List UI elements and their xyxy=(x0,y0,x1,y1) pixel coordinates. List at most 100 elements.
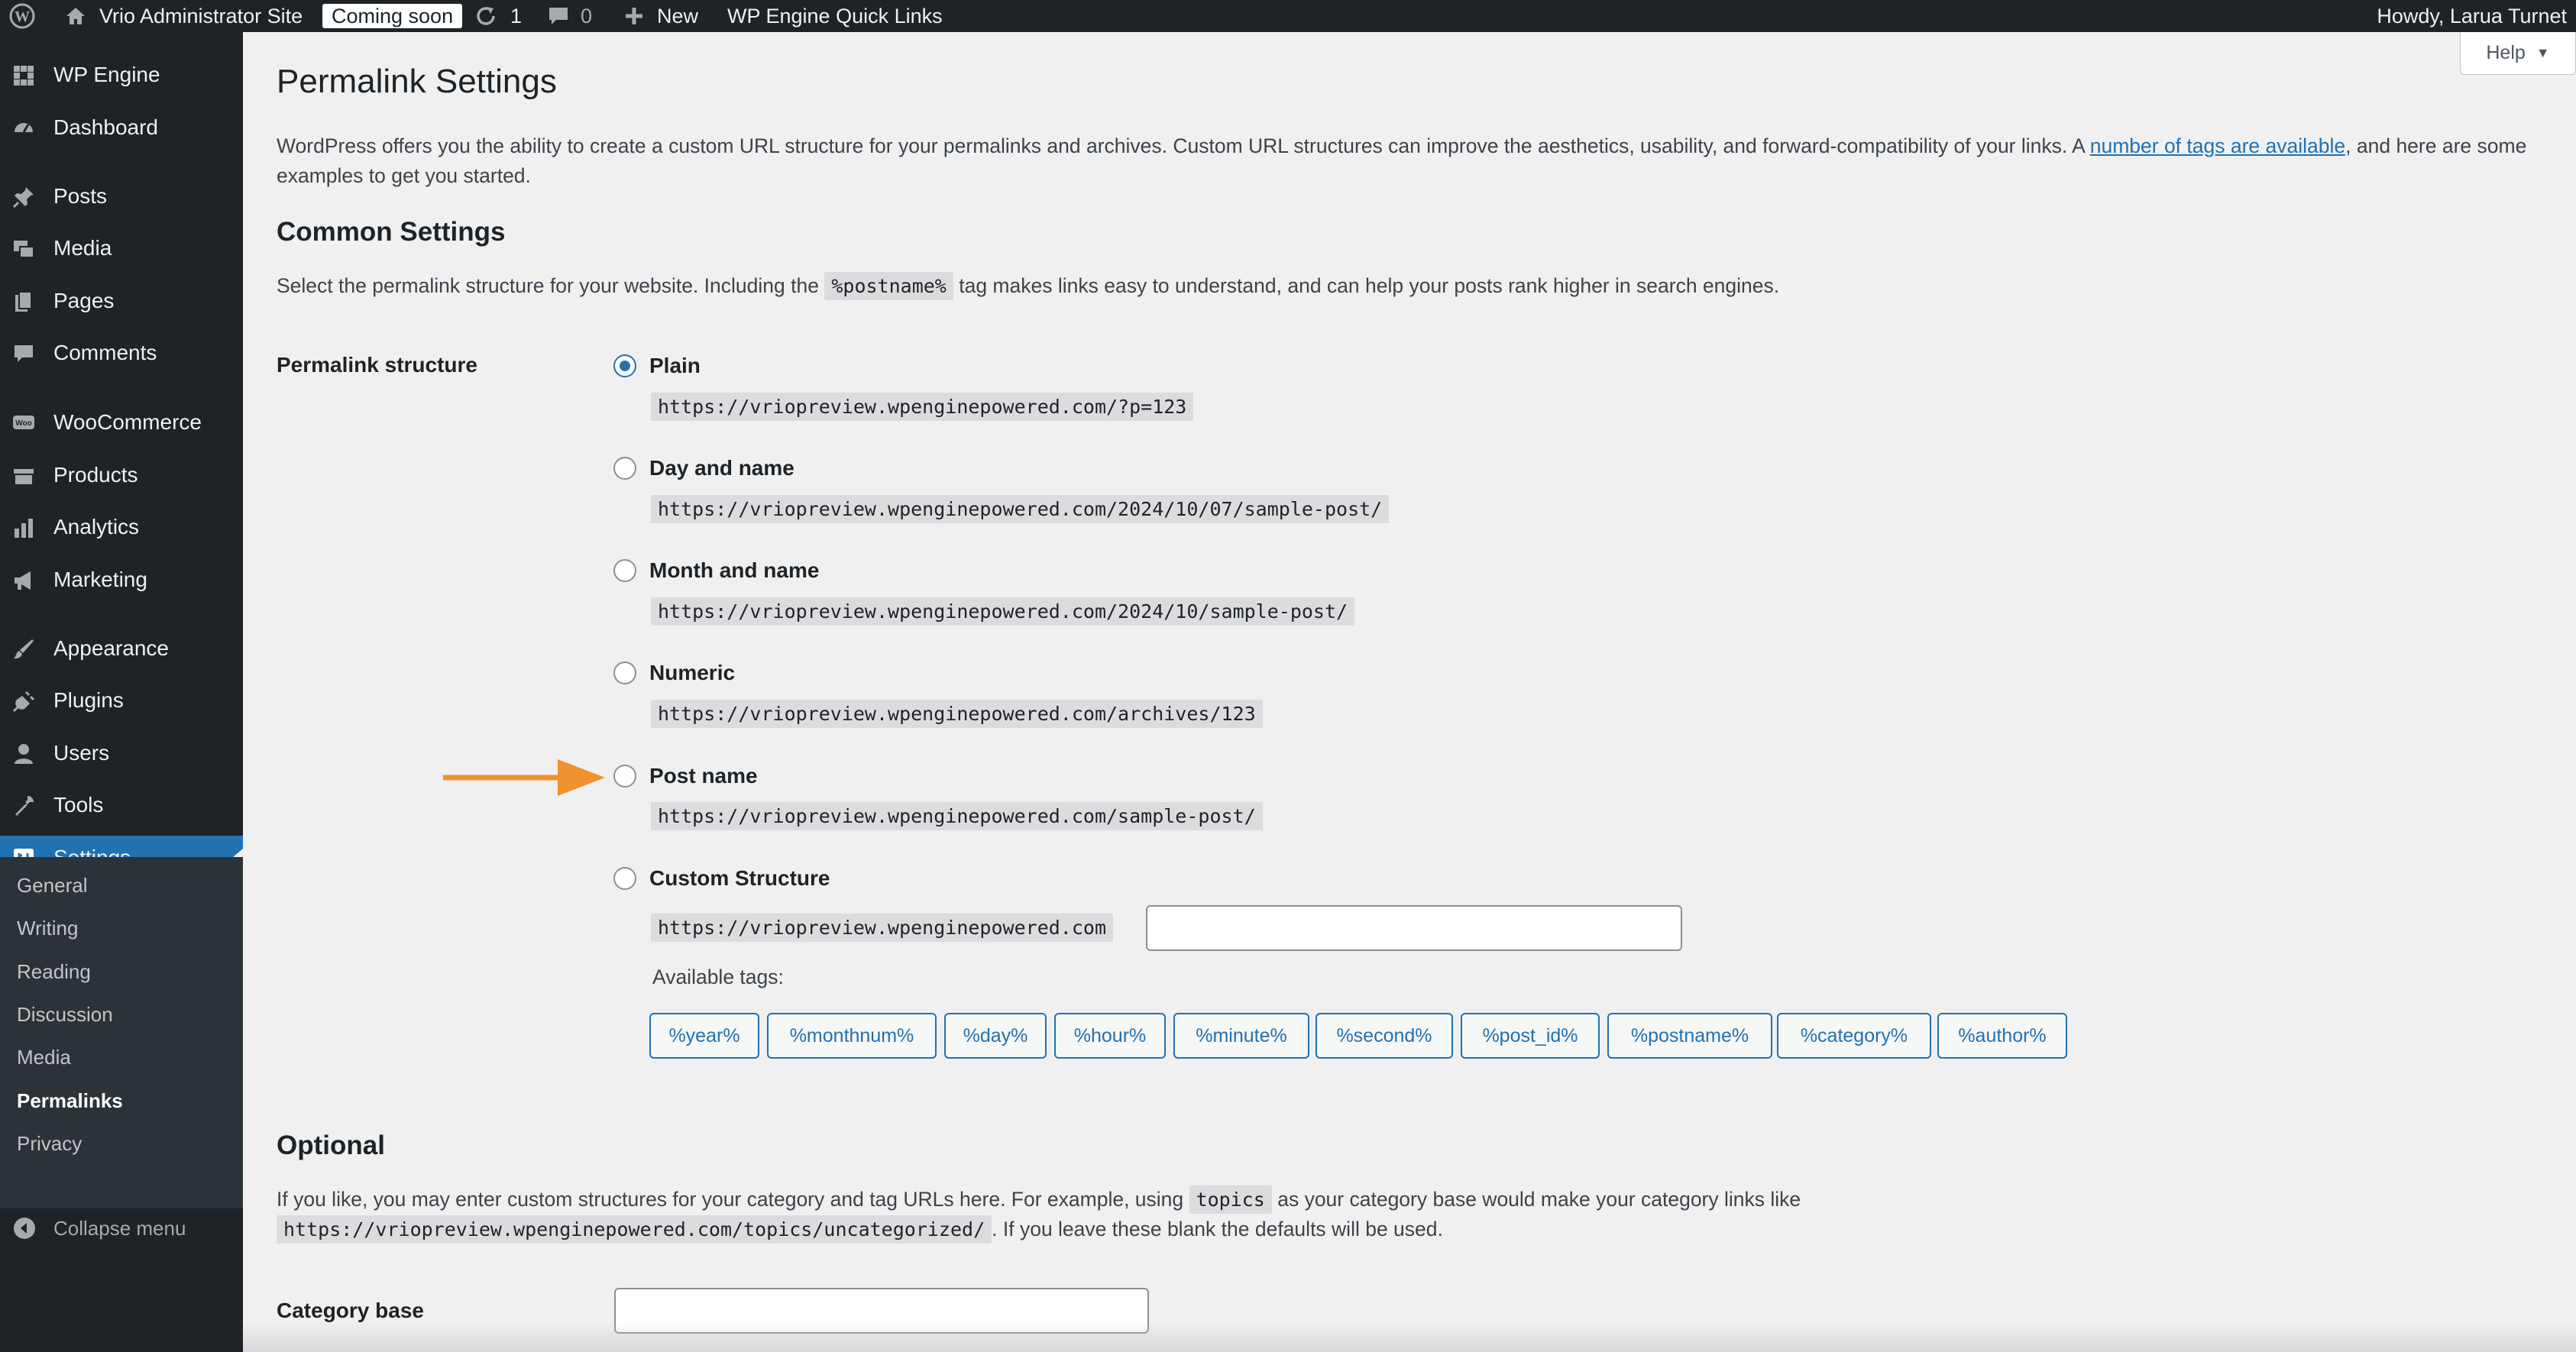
help-tab-button[interactable]: Help ▼ xyxy=(2460,32,2576,75)
option-example-post-name: https://vriopreview.wpenginepowered.com/… xyxy=(651,802,1263,830)
tags-available-link[interactable]: number of tags are available xyxy=(2090,134,2345,157)
optional-description: If you like, you may enter custom struct… xyxy=(277,1185,2553,1244)
category-base-label: Category base xyxy=(277,1299,424,1322)
bar-chart-icon xyxy=(15,519,33,538)
radio-month-and-name[interactable] xyxy=(613,559,636,582)
tag-button-day[interactable]: %day% xyxy=(944,1013,1047,1059)
wp-engine-quick-links[interactable]: WP Engine Quick Links xyxy=(727,0,943,32)
submenu-permalinks[interactable]: Permalinks xyxy=(17,1089,123,1113)
tag-button-second[interactable]: %second% xyxy=(1316,1013,1453,1059)
option-label-post-name[interactable]: Post name xyxy=(649,764,758,788)
tag-button-postname[interactable]: %postname% xyxy=(1607,1013,1772,1059)
submenu-media[interactable]: Media xyxy=(17,1046,71,1069)
updates-count: 1 xyxy=(510,5,523,27)
updates-link[interactable]: 1 xyxy=(474,0,522,32)
arrow-annotation-icon xyxy=(443,759,605,796)
submenu-discussion[interactable]: Discussion xyxy=(17,1003,113,1027)
howdy-text: Howdy, Larua Turnet xyxy=(2377,5,2567,27)
option-label-custom-structure[interactable]: Custom Structure xyxy=(649,866,830,891)
tag-button-monthnum[interactable]: %monthnum% xyxy=(767,1013,937,1059)
sidebar-item-analytics[interactable]: Analytics xyxy=(0,505,243,549)
wordpress-logo-icon[interactable]: W xyxy=(9,0,35,32)
postname-code: %postname% xyxy=(824,272,953,300)
coming-soon-badge[interactable]: Coming soon xyxy=(322,0,463,32)
wrench-icon xyxy=(15,796,34,816)
bottom-shadow xyxy=(243,1321,2576,1352)
radio-custom-structure[interactable] xyxy=(613,867,636,890)
tag-button-hour[interactable]: %hour% xyxy=(1054,1013,1166,1059)
intro-paragraph: WordPress offers you the ability to crea… xyxy=(277,134,2527,187)
option-example-numeric: https://vriopreview.wpenginepowered.com/… xyxy=(651,700,1263,728)
option-label-plain[interactable]: Plain xyxy=(649,354,701,378)
option-label-day-and-name[interactable]: Day and name xyxy=(649,456,794,480)
radio-numeric[interactable] xyxy=(613,661,636,684)
admin-bar: W Vrio Administrator Site Coming soon 1 … xyxy=(0,0,2576,32)
tag-button-minute[interactable]: %minute% xyxy=(1173,1013,1309,1059)
new-label: New xyxy=(657,5,699,27)
radio-plain[interactable] xyxy=(613,354,636,377)
sidebar-item-media[interactable]: Media xyxy=(0,226,243,270)
common-settings-heading: Common Settings xyxy=(277,217,506,247)
comments-count: 0 xyxy=(581,5,593,27)
sidebar-item-plugins[interactable]: Plugins xyxy=(0,678,243,723)
help-label: Help xyxy=(2486,42,2526,63)
site-name: Vrio Administrator Site xyxy=(99,5,303,27)
plug-icon xyxy=(12,691,35,713)
sidebar-item-posts[interactable]: Posts xyxy=(0,174,243,218)
submenu-privacy[interactable]: Privacy xyxy=(17,1132,82,1156)
sidebar-item-comments[interactable]: Comments xyxy=(0,331,243,375)
sidebar-item-appearance[interactable]: Appearance xyxy=(0,626,243,671)
submenu-reading[interactable]: Reading xyxy=(17,960,91,984)
optional-heading: Optional xyxy=(277,1130,385,1160)
tag-button-year[interactable]: %year% xyxy=(649,1013,759,1059)
woocommerce-icon: Woo xyxy=(13,416,34,429)
custom-structure-prefix: https://vriopreview.wpenginepowered.com xyxy=(651,914,1113,942)
pages-icon xyxy=(15,291,32,312)
radio-post-name[interactable] xyxy=(613,765,636,788)
svg-text:Woo: Woo xyxy=(15,419,31,428)
sidebar-item-products[interactable]: Products xyxy=(0,453,243,497)
home-icon xyxy=(66,8,85,24)
tag-button-author[interactable]: %author% xyxy=(1937,1013,2067,1059)
caret-down-icon: ▼ xyxy=(2536,45,2550,60)
common-settings-description: Select the permalink structure for your … xyxy=(277,271,1779,301)
option-label-numeric[interactable]: Numeric xyxy=(649,661,735,685)
comment-bubble-icon xyxy=(549,8,568,24)
radio-day-and-name[interactable] xyxy=(613,457,636,480)
option-example-plain: https://vriopreview.wpenginepowered.com/… xyxy=(651,393,1194,421)
site-home-link[interactable]: Vrio Administrator Site xyxy=(64,0,303,32)
option-example-day-and-name: https://vriopreview.wpenginepowered.com/… xyxy=(651,495,1390,523)
sidebar-item-tools[interactable]: Tools xyxy=(0,783,243,827)
category-example-code: https://vriopreview.wpenginepowered.com/… xyxy=(277,1215,992,1244)
account-menu[interactable]: Howdy, Larua Turnet xyxy=(2377,0,2567,32)
tag-button-category[interactable]: %category% xyxy=(1777,1013,1931,1059)
collapse-arrow-icon xyxy=(14,1218,35,1239)
pin-icon xyxy=(12,187,34,209)
collapse-menu-button[interactable]: Collapse menu xyxy=(12,1216,186,1240)
dashboard-icon xyxy=(15,123,33,133)
brush-icon xyxy=(14,639,34,659)
settings-submenu: General Writing Reading Discussion Media… xyxy=(0,857,243,1208)
comment-icon xyxy=(15,345,33,362)
available-tags-label: Available tags: xyxy=(652,965,784,988)
sidebar-item-pages[interactable]: Pages xyxy=(0,279,243,323)
sidebar-item-dashboard[interactable]: Dashboard xyxy=(0,105,243,150)
submenu-general[interactable]: General xyxy=(17,874,88,898)
products-icon xyxy=(14,469,34,484)
page-title: Permalink Settings xyxy=(277,63,557,100)
sidebar-item-marketing[interactable]: Marketing xyxy=(0,558,243,602)
submenu-writing[interactable]: Writing xyxy=(17,917,78,940)
option-label-month-and-name[interactable]: Month and name xyxy=(649,558,819,583)
custom-structure-input[interactable] xyxy=(1146,905,1682,951)
sidebar-item-woocommerce[interactable]: Woo WooCommerce xyxy=(0,400,243,445)
sidebar-item-wp-engine[interactable]: WP Engine xyxy=(0,53,243,97)
comments-link[interactable]: 0 xyxy=(547,0,592,32)
sidebar-item-users[interactable]: Users xyxy=(0,731,243,775)
wp-engine-icon xyxy=(14,66,34,86)
new-content-link[interactable]: New xyxy=(623,0,698,32)
media-icon xyxy=(14,241,34,258)
topics-code: topics xyxy=(1189,1185,1272,1214)
svg-text:W: W xyxy=(15,8,30,25)
tag-button-post-id[interactable]: %post_id% xyxy=(1461,1013,1600,1059)
user-icon xyxy=(15,744,33,764)
